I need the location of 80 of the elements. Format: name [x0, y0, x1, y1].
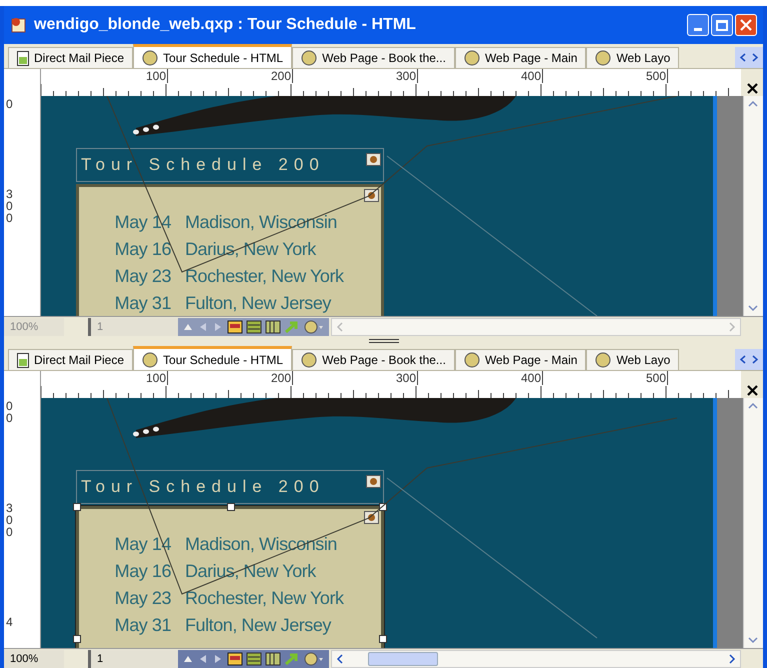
selection-handle[interactable]	[73, 503, 81, 511]
document-tab[interactable]: Direct Mail Piece	[8, 47, 134, 68]
document-tab[interactable]: Tour Schedule - HTML	[133, 346, 292, 370]
ruler-number: 100	[146, 371, 168, 385]
document-tab[interactable]: Web Page - Book the...	[292, 47, 455, 68]
window-title: wendigo_blonde_web.qxp : Tour Schedule - HTML	[34, 15, 416, 35]
ruler-number: 300	[396, 69, 418, 83]
ruler-number: 400	[520, 69, 543, 83]
tour-date: May 31	[114, 292, 171, 315]
ruler-number: 300	[396, 371, 418, 385]
tour-city: Fulton, New Jersey	[185, 292, 331, 315]
selection-handle[interactable]	[379, 635, 387, 643]
page-icon	[17, 352, 29, 368]
ruler-number: 0	[6, 400, 14, 412]
tour-city: Darius, New York	[185, 238, 316, 261]
document-tab[interactable]: Web Layo	[586, 349, 680, 370]
page-icon	[17, 50, 29, 66]
layout-view-icon[interactable]	[227, 652, 243, 666]
document-tab[interactable]: Web Page - Main	[454, 47, 586, 68]
close-icon[interactable]	[746, 385, 758, 396]
list-view-icon[interactable]	[246, 652, 262, 666]
ruler-number: 400	[520, 371, 543, 385]
document-tab[interactable]: Direct Mail Piece	[8, 349, 134, 370]
ruler-number: 500	[646, 371, 668, 385]
page-field[interactable]: 1	[88, 650, 178, 668]
vertical-scrollbar[interactable]	[743, 96, 763, 316]
ruler-number: 0	[6, 98, 14, 110]
tour-date: May 31	[114, 614, 171, 637]
scroll-thumb[interactable]	[368, 652, 438, 666]
selection-handle[interactable]	[227, 503, 235, 511]
tour-city: Rochester, New York	[185, 587, 344, 610]
schedule-heading: Tour Schedule 200	[81, 154, 325, 176]
columns-view-icon[interactable]	[265, 652, 281, 666]
zoom-field[interactable]: 100%	[4, 650, 64, 668]
ruler-number: 500	[646, 69, 668, 83]
ruler-number: 3	[6, 188, 14, 200]
ruler-number: 0	[6, 200, 14, 212]
document-icon	[10, 16, 28, 34]
document-tab[interactable]: Web Layo	[586, 47, 680, 68]
document-tab[interactable]: Tour Schedule - HTML	[133, 44, 292, 68]
document-tab[interactable]: Web Page - Book the...	[292, 349, 455, 370]
ruler-number: 4	[6, 616, 14, 628]
tour-date: May 23	[114, 265, 171, 288]
camera-icon	[364, 511, 379, 524]
close-button[interactable]	[735, 14, 757, 36]
ruler-number: 100	[146, 69, 168, 83]
close-icon	[740, 19, 752, 31]
close-icon[interactable]	[746, 83, 758, 94]
ruler-number: 0	[6, 412, 14, 424]
scroll-left-icon[interactable]	[739, 53, 746, 62]
ruler-number: 200	[270, 69, 293, 83]
heading-frame[interactable]: Tour Schedule 200	[76, 470, 384, 504]
maximize-button[interactable]	[711, 14, 733, 36]
camera-icon	[364, 189, 379, 202]
scroll-right-icon[interactable]	[752, 355, 759, 364]
minimize-button[interactable]	[687, 14, 709, 36]
horizontal-scrollbar[interactable]	[331, 650, 741, 668]
heading-frame[interactable]: Tour Schedule 200	[76, 148, 384, 182]
layout-view-icon[interactable]	[227, 320, 243, 334]
tour-city: Rochester, New York	[185, 265, 344, 288]
document-tab[interactable]: Web Page - Main	[454, 349, 586, 370]
ruler-number: 0	[6, 514, 14, 526]
camera-icon	[366, 475, 381, 488]
ruler-number: 200	[270, 371, 293, 385]
scroll-left-icon[interactable]	[739, 355, 746, 364]
ruler-number: 3	[6, 502, 14, 514]
tour-date: May 16	[114, 238, 171, 261]
tour-date: May 16	[114, 560, 171, 583]
tour-city: Fulton, New Jersey	[185, 614, 331, 637]
list-view-icon[interactable]	[246, 320, 262, 334]
ruler-number: 0	[6, 212, 14, 224]
scroll-right-icon[interactable]	[752, 53, 759, 62]
vertical-scrollbar[interactable]	[743, 398, 763, 648]
schedule-heading: Tour Schedule 200	[81, 476, 325, 498]
selection-handle[interactable]	[73, 635, 81, 643]
columns-view-icon[interactable]	[265, 320, 281, 334]
tour-city: Darius, New York	[185, 560, 316, 583]
ruler-number: 0	[6, 526, 14, 538]
tour-date: May 23	[114, 587, 171, 610]
camera-icon	[366, 153, 381, 166]
